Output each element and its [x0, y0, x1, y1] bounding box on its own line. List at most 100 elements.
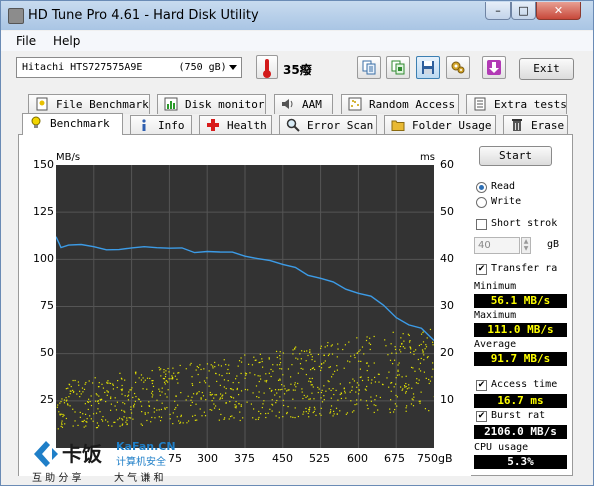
y-tick-left: 75	[40, 299, 54, 312]
access-time-point	[429, 380, 432, 382]
short-stroke-checkbox[interactable]	[476, 219, 487, 230]
copy-screenshot-button[interactable]	[386, 56, 410, 79]
tab-health[interactable]: Health	[199, 115, 272, 135]
tab-file-benchmark[interactable]: File Benchmark	[28, 94, 150, 114]
access-time-point	[366, 362, 368, 364]
transfer-rate-checkbox[interactable]: ✔	[476, 264, 487, 275]
access-time-point	[174, 400, 176, 402]
access-time-point	[424, 408, 427, 410]
access-time-point	[167, 367, 169, 370]
access-time-point	[187, 420, 190, 422]
access-time-checkbox[interactable]: ✔	[476, 380, 487, 391]
access-time-point	[191, 383, 193, 385]
y-tick-right: 10	[440, 393, 454, 406]
tab-info[interactable]: Info	[130, 115, 192, 135]
access-time-point	[259, 361, 261, 363]
access-time-point	[356, 352, 358, 354]
access-time-point	[159, 420, 162, 422]
file-benchmark-icon	[36, 97, 48, 111]
short-stroke-unit: gB	[547, 239, 560, 250]
access-time-point	[292, 349, 294, 351]
access-time-point	[281, 384, 283, 386]
access-time-point	[121, 423, 124, 425]
access-time-point	[177, 372, 179, 374]
title-bar: HD Tune Pro 4.61 - Hard Disk Utility – □…	[1, 1, 593, 30]
access-time-point	[151, 369, 153, 372]
tab-erase[interactable]: Erase	[503, 115, 568, 135]
read-radio[interactable]	[476, 182, 487, 193]
short-stroke-spinner[interactable]: 40	[474, 237, 520, 254]
access-time-point	[61, 420, 63, 422]
menu-file[interactable]: File	[16, 34, 36, 48]
start-button[interactable]: Start	[479, 146, 552, 166]
close-button[interactable]: ✕	[536, 2, 581, 20]
access-time-point	[151, 416, 153, 419]
access-time-point	[112, 388, 115, 390]
burst-rate-checkbox[interactable]: ✔	[476, 411, 487, 422]
menu-help[interactable]: Help	[53, 34, 80, 48]
tab-aam[interactable]: AAM	[274, 94, 333, 114]
access-time-point	[405, 410, 407, 412]
access-time-point	[328, 388, 330, 390]
access-time-point	[303, 411, 305, 413]
tab-error-scan[interactable]: Error Scan	[279, 115, 377, 135]
access-time-point	[175, 407, 177, 409]
access-time-point	[83, 388, 86, 391]
access-time-point	[275, 415, 277, 417]
access-time-point	[276, 364, 278, 366]
access-time-point	[253, 356, 255, 358]
access-time-point	[144, 379, 146, 381]
access-time-point	[328, 353, 330, 355]
access-time-point	[240, 404, 242, 406]
options-button[interactable]	[446, 56, 470, 79]
exit-button[interactable]: Exit	[519, 58, 574, 80]
copy-image-icon	[391, 60, 405, 75]
access-time-point	[214, 394, 216, 396]
tab-benchmark[interactable]: Benchmark	[22, 113, 123, 135]
access-time-point	[258, 396, 260, 399]
drive-select[interactable]: Hitachi HTS727575A9E (750 gB)	[16, 57, 242, 78]
access-time-point	[321, 401, 324, 403]
copy-text-button[interactable]	[357, 56, 381, 79]
access-time-point	[126, 419, 128, 421]
access-time-point	[405, 385, 407, 388]
download-button[interactable]	[482, 56, 506, 79]
access-time-point	[310, 369, 312, 371]
save-button[interactable]	[416, 56, 440, 79]
access-time-point	[308, 408, 310, 411]
access-time-point	[257, 418, 260, 420]
burst-rate-label: Burst rat	[491, 410, 546, 421]
access-time-point	[244, 372, 247, 374]
tab-random-access[interactable]: Random Access	[341, 94, 459, 114]
access-time-point	[340, 397, 343, 400]
access-time-point	[180, 415, 182, 418]
y-tick-right: 40	[440, 252, 454, 265]
spinner-arrows[interactable]: ▲ ▼	[521, 237, 531, 254]
access-time-point	[395, 394, 397, 397]
access-time-point	[330, 389, 332, 392]
access-time-point	[355, 391, 357, 393]
minimize-button[interactable]: –	[485, 2, 511, 20]
access-time-point	[90, 395, 92, 397]
maximize-button[interactable]: □	[511, 2, 536, 20]
access-time-point	[195, 369, 197, 371]
access-time-point	[344, 390, 346, 392]
tab-disk-monitor[interactable]: Disk monitor	[157, 94, 266, 114]
access-time-point	[393, 359, 396, 361]
tab-extra-tests[interactable]: Extra tests	[466, 94, 567, 114]
access-time-point	[422, 352, 424, 354]
access-time-point	[410, 366, 413, 369]
tab-folder-usage[interactable]: Folder Usage	[384, 115, 496, 135]
access-time-point	[153, 407, 155, 410]
access-time-point	[422, 350, 424, 352]
access-time-point	[403, 340, 405, 342]
access-time-point	[148, 405, 150, 407]
access-time-point	[166, 396, 168, 398]
access-time-point	[142, 377, 144, 379]
access-time-point	[200, 397, 202, 399]
access-time-point	[196, 393, 198, 395]
access-time-point	[428, 378, 430, 381]
access-time-point	[121, 393, 123, 395]
write-radio[interactable]	[476, 197, 487, 208]
access-time-point	[160, 375, 162, 377]
